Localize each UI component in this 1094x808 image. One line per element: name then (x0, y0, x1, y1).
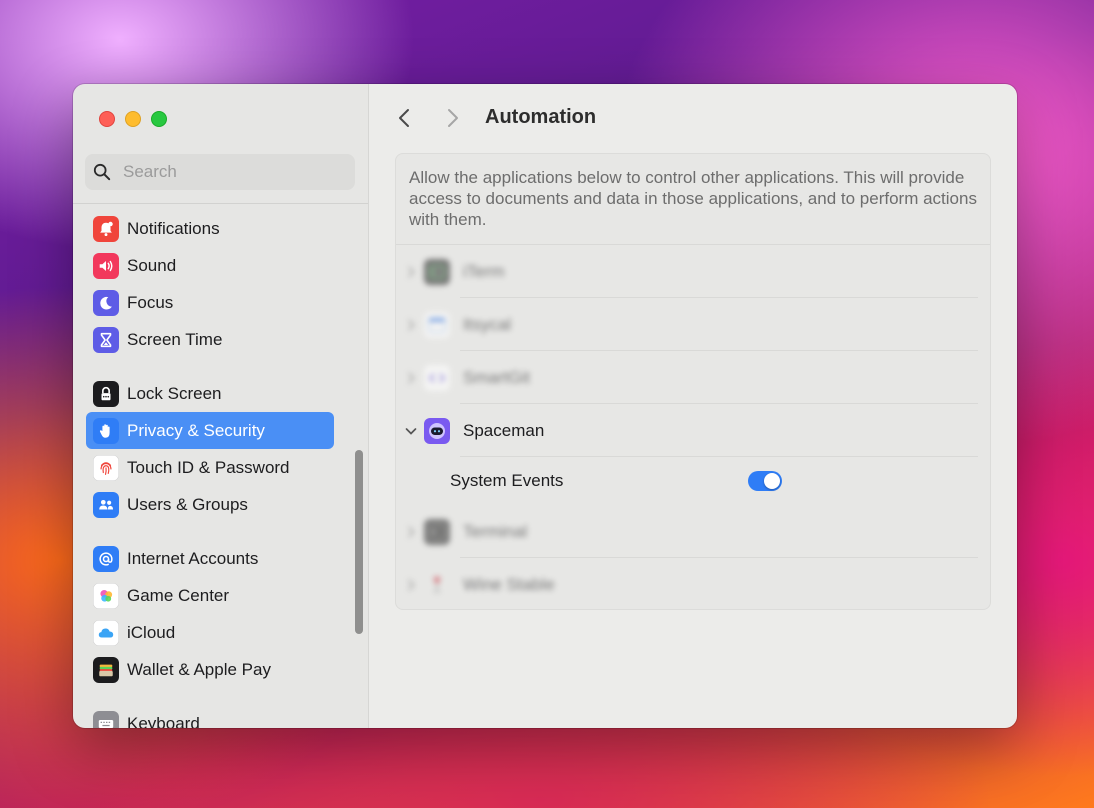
sidebar-item-label: Keyboard (127, 713, 200, 729)
close-button[interactable] (99, 111, 115, 127)
sidebar-scrollbar[interactable] (355, 450, 363, 634)
sidebar-item-label: Users & Groups (127, 494, 248, 514)
app-row-wine-stable[interactable]: Wine Stable (396, 558, 990, 609)
zoom-button[interactable] (151, 111, 167, 127)
moon-icon (93, 289, 119, 316)
system-events-toggle[interactable] (747, 471, 782, 491)
app-name: iTerm (463, 261, 505, 281)
sidebar-item-label: Internet Accounts (127, 548, 259, 568)
chevron-right-icon[interactable] (400, 372, 422, 384)
sidebar-item-sound[interactable]: Sound (86, 247, 334, 284)
smartgit-icon (424, 364, 450, 391)
keyboard-icon (93, 710, 119, 728)
sidebar-item-label: Lock Screen (127, 383, 222, 403)
chevron-right-icon[interactable] (400, 319, 422, 331)
settings-window: Notifications Sound Focus Screen Time (73, 84, 1017, 728)
window-controls (99, 111, 167, 127)
sidebar-item-lock-screen[interactable]: Lock Screen (86, 375, 334, 412)
sidebar-item-focus[interactable]: Focus (86, 284, 334, 321)
fingerprint-icon (93, 454, 119, 481)
speaker-icon (93, 252, 119, 279)
app-name: Wine Stable (463, 574, 555, 594)
forward-arrow-icon[interactable] (442, 107, 462, 129)
sidebar-item-notifications[interactable]: Notifications (86, 210, 334, 247)
permission-row-system-events: System Events (396, 457, 990, 505)
main-content: Automation Allow the applications below … (369, 84, 1017, 728)
permission-label: System Events (450, 471, 564, 490)
sidebar-item-label: Notifications (127, 218, 220, 238)
sidebar-item-label: Focus (127, 292, 174, 312)
sidebar-item-game-center[interactable]: Game Center (86, 577, 334, 614)
iterm-icon (424, 258, 450, 285)
app-row-itsycal[interactable]: Itsycal (396, 298, 990, 351)
sidebar-item-icloud[interactable]: iCloud (86, 614, 334, 651)
sidebar-item-label: Privacy & Security (127, 420, 265, 440)
app-row-terminal[interactable]: Terminal (396, 505, 990, 558)
lock-icon (93, 380, 119, 407)
toggle-knob (763, 473, 780, 489)
sidebar-item-internet-accounts[interactable]: Internet Accounts (86, 540, 334, 577)
users-icon (93, 491, 119, 518)
chevron-right-icon[interactable] (400, 526, 422, 538)
sidebar-item-wallet[interactable]: Wallet & Apple Pay (86, 651, 334, 688)
sidebar-item-label: Screen Time (127, 329, 223, 349)
bell-icon (93, 215, 119, 242)
minimize-button[interactable] (125, 111, 141, 127)
wallet-icon (93, 656, 119, 683)
sidebar-divider (73, 203, 368, 204)
app-row-smartgit[interactable]: SmartGit (396, 351, 990, 404)
chevron-right-icon[interactable] (400, 579, 422, 591)
sidebar-item-screen-time[interactable]: Screen Time (86, 321, 334, 358)
sidebar-item-label: Touch ID & Password (127, 457, 290, 477)
search-field[interactable] (85, 154, 355, 190)
terminal-icon (424, 518, 450, 545)
app-row-spaceman[interactable]: Spaceman (396, 404, 990, 457)
sidebar-item-label: Game Center (127, 585, 230, 605)
app-name: Itsycal (463, 314, 512, 334)
sidebar-item-keyboard[interactable]: Keyboard (86, 705, 334, 728)
sidebar-item-label: iCloud (127, 622, 176, 642)
sidebar-item-label: Wallet & Apple Pay (127, 659, 271, 679)
sidebar-item-privacy-security[interactable]: Privacy & Security (86, 412, 334, 449)
sidebar-item-label: Sound (127, 255, 177, 275)
cloud-icon (93, 619, 119, 646)
sidebar: Notifications Sound Focus Screen Time (73, 84, 369, 728)
automation-description: Allow the applications below to control … (396, 154, 990, 245)
app-name: Terminal (463, 521, 528, 541)
hourglass-icon (93, 326, 119, 353)
sidebar-item-touch-id[interactable]: Touch ID & Password (86, 449, 334, 486)
spaceman-icon (424, 417, 450, 444)
game-center-icon (93, 582, 119, 609)
automation-panel: Allow the applications below to control … (395, 153, 991, 610)
calendar-icon (424, 311, 450, 338)
wine-icon (424, 572, 450, 598)
sidebar-item-users-groups[interactable]: Users & Groups (86, 486, 334, 523)
app-name: Spaceman (463, 420, 545, 440)
app-row-iterm[interactable]: iTerm (396, 245, 990, 298)
app-name: SmartGit (463, 367, 531, 387)
back-arrow-icon[interactable] (395, 107, 415, 129)
hand-icon (93, 417, 119, 444)
page-title: Automation (485, 106, 597, 128)
search-icon (93, 163, 111, 181)
search-input[interactable] (121, 161, 325, 183)
chevron-right-icon[interactable] (400, 266, 422, 278)
sidebar-list: Notifications Sound Focus Screen Time Lo… (86, 210, 334, 728)
chevron-down-icon[interactable] (400, 426, 422, 436)
at-icon (93, 545, 119, 572)
